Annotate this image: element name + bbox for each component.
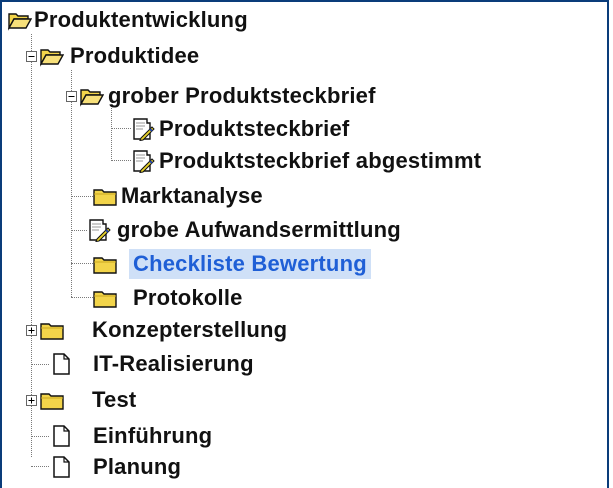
folder-icon <box>40 393 64 410</box>
folder-open-icon <box>80 89 104 107</box>
document-edit-icon <box>133 150 155 173</box>
tree-node-label: Einführung <box>93 423 213 448</box>
tree-node-label: Produktidee <box>70 43 200 68</box>
folder-icon <box>40 323 64 340</box>
tree-node-label: IT-Realisierung <box>93 351 254 376</box>
tree-node-label: grober Produktsteckbrief <box>108 83 376 108</box>
tree-node-label: Produktsteckbrief <box>159 116 350 141</box>
tree-node-label: Test <box>92 387 137 412</box>
document-icon <box>53 353 70 375</box>
tree-line <box>111 106 112 161</box>
tree-node-label: Marktanalyse <box>121 183 263 208</box>
tree-node-label: grobe Aufwandsermittlung <box>117 217 401 242</box>
tree-node-label: Protokolle <box>133 285 243 310</box>
document-icon <box>53 425 70 447</box>
tree-node-label: Konzepterstellung <box>92 317 288 342</box>
tree-node-label: Produktsteckbrief abgestimmt <box>159 148 482 173</box>
document-icon <box>53 456 70 478</box>
folder-icon <box>93 291 117 308</box>
folder-icon <box>93 189 117 206</box>
document-edit-icon <box>133 118 155 141</box>
expand-toggle-icon[interactable] <box>26 325 37 336</box>
tree-node-label-selected: Checkliste Bewertung <box>129 249 371 279</box>
collapse-toggle-icon[interactable] <box>66 91 77 102</box>
document-edit-icon <box>89 219 111 242</box>
folder-icon <box>93 257 117 274</box>
expand-toggle-icon[interactable] <box>26 395 37 406</box>
collapse-toggle-icon[interactable] <box>26 51 37 62</box>
project-tree: Produktentwicklung Produktidee grober Pr… <box>0 0 613 488</box>
folder-open-icon <box>8 13 32 31</box>
folder-open-icon <box>40 49 64 67</box>
tree-line <box>31 34 32 457</box>
tree-node-label: Planung <box>93 454 182 479</box>
tree-node-label: Produktentwicklung <box>34 7 248 32</box>
